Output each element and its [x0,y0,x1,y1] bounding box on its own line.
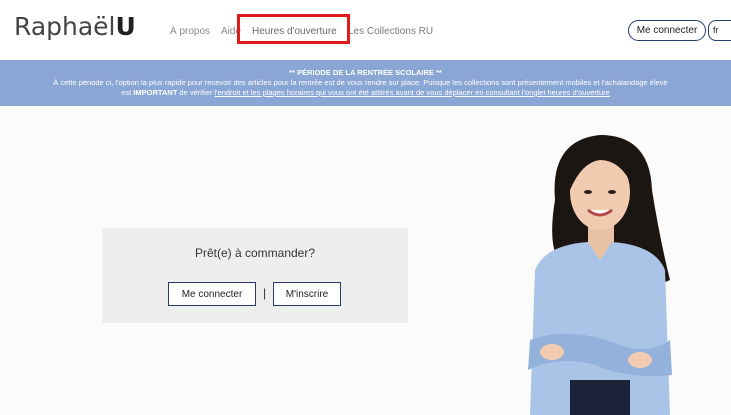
signup-button[interactable]: M'inscrire [273,282,341,306]
language-select[interactable]: fr [708,20,731,41]
back-to-school-banner: ** PÉRIODE DE LA RENTRÉE SCOLAIRE ** À c… [0,60,731,106]
banner-text: À cette période ci, l'option la plus rap… [53,78,668,87]
student-photo [528,135,672,415]
banner-text-2: est IMPORTANT de vérifier l'endroit et l… [121,88,610,97]
banner-hours-link[interactable]: l'endroit et les plages horaires qui vou… [214,88,609,97]
nav-link-a-propos[interactable]: À propos [170,26,210,37]
nav-link-collections-ru[interactable]: Les Collections RU [348,26,433,37]
raphaelu-logo[interactable]: RaphaëlU [14,12,136,41]
order-prompt-panel: Prêt(e) à commander? Me connecter | M'in… [102,228,408,323]
order-prompt-text: Prêt(e) à commander? [194,246,316,260]
banner-title: ** PÉRIODE DE LA RENTRÉE SCOLAIRE ** [289,68,442,77]
button-separator: | [263,286,267,300]
login-button[interactable]: Me connecter [168,282,256,306]
top-navbar: RaphaëlU À propos Aide Heures d'ouvertur… [0,0,731,60]
login-button-header[interactable]: Me connecter [628,20,706,41]
highlight-box [237,14,350,44]
